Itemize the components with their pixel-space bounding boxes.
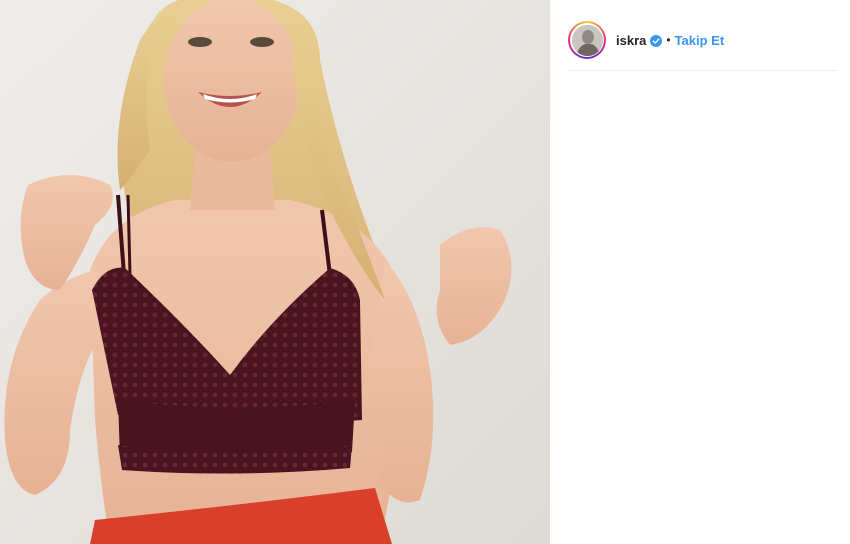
follow-button[interactable]: Takip Et bbox=[675, 33, 725, 48]
post-image[interactable] bbox=[0, 0, 550, 544]
post-sidebar: iskra • Takip Et bbox=[550, 0, 850, 544]
avatar-border bbox=[570, 23, 604, 57]
avatar-graphic bbox=[571, 24, 603, 56]
separator-dot: • bbox=[666, 33, 671, 47]
username-link[interactable]: iskra bbox=[616, 33, 646, 48]
avatar-image bbox=[571, 24, 603, 56]
post-header: iskra • Takip Et bbox=[568, 10, 838, 71]
avatar[interactable] bbox=[568, 21, 606, 59]
post-photo-graphic bbox=[0, 0, 550, 544]
verified-badge-icon bbox=[650, 34, 663, 47]
